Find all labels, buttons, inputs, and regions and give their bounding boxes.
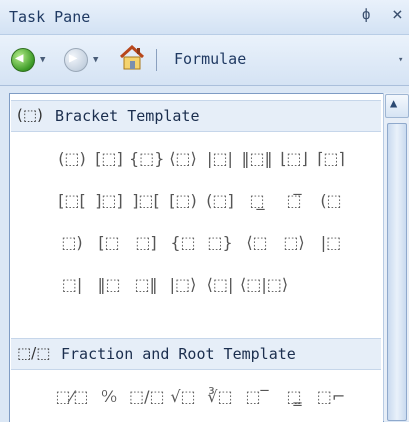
- task-pane-title-bar: Task Pane ф ×: [0, 0, 409, 35]
- template-button[interactable]: ‖⬚‖: [240, 144, 274, 174]
- template-button[interactable]: ⬚|: [55, 270, 89, 300]
- template-button[interactable]: ⬚/⬚: [129, 382, 165, 412]
- template-button[interactable]: [⬚: [92, 228, 126, 258]
- template-list: (⬚) Bracket Template (⬚) [⬚] {⬚} ⟨⬚⟩ |⬚|…: [9, 93, 384, 422]
- template-button[interactable]: ⌈⬚⌉: [314, 144, 348, 174]
- scroll-thumb[interactable]: [387, 123, 407, 421]
- pane-selector-dropdown[interactable]: ▾: [398, 55, 403, 65]
- template-button[interactable]: ⬚̅: [277, 186, 311, 216]
- close-icon[interactable]: ×: [392, 4, 403, 25]
- fraction-template-icon: ⬚/⬚: [17, 344, 51, 362]
- scroll-up-button[interactable]: ▲: [385, 94, 409, 118]
- task-pane-toolbar: ◀ ▼ ▶ ▼ Formulae ▾: [0, 35, 409, 86]
- back-history-dropdown[interactable]: ▼: [40, 55, 45, 65]
- template-button[interactable]: ]⬚]: [92, 186, 126, 216]
- toolbar-separator: [156, 49, 157, 71]
- task-pane-title: Task Pane: [9, 8, 91, 26]
- template-button[interactable]: ⟨⬚|: [203, 270, 237, 300]
- template-button[interactable]: (⬚]: [203, 186, 237, 216]
- template-button[interactable]: ⬚}: [203, 228, 237, 258]
- template-button[interactable]: ⟨⬚⟩: [166, 144, 200, 174]
- template-button[interactable]: {⬚: [166, 228, 200, 258]
- template-button[interactable]: |⬚⟩: [166, 270, 200, 300]
- template-button[interactable]: ⬚‾: [240, 382, 274, 412]
- back-arrow-icon[interactable]: ◀: [11, 48, 35, 72]
- section-fraction-root-template[interactable]: ⬚/⬚ Fraction and Root Template: [11, 338, 381, 370]
- template-button[interactable]: ]⬚[: [129, 186, 163, 216]
- template-button[interactable]: √⬚: [166, 382, 200, 412]
- template-button[interactable]: ⬚⁄⬚: [55, 382, 89, 412]
- template-button[interactable]: ⬚⌐: [314, 382, 348, 412]
- template-button[interactable]: {⬚}: [129, 144, 164, 174]
- template-button[interactable]: ⬚]: [129, 228, 163, 258]
- home-icon[interactable]: [118, 44, 146, 71]
- forward-arrow-icon[interactable]: ▶: [64, 48, 88, 72]
- template-button[interactable]: ⟨⬚: [240, 228, 274, 258]
- bracket-template-icon: (⬚): [17, 106, 43, 124]
- forward-history-dropdown[interactable]: ▼: [93, 55, 98, 65]
- template-button[interactable]: [⬚]: [92, 144, 126, 174]
- template-button[interactable]: ∛⬚: [203, 382, 237, 412]
- template-button[interactable]: ⬚̲: [240, 186, 274, 216]
- section-title: Fraction and Root Template: [61, 345, 296, 363]
- template-button[interactable]: ⬚‖: [129, 270, 163, 300]
- template-button[interactable]: ⁰⁄₀: [92, 382, 126, 412]
- template-button[interactable]: (⬚: [314, 186, 348, 216]
- pane-selector-label[interactable]: Formulae: [174, 50, 246, 68]
- template-button[interactable]: |⬚|: [203, 144, 237, 174]
- pin-icon[interactable]: ф: [362, 7, 370, 23]
- template-button[interactable]: ⬚⟩: [277, 228, 311, 258]
- section-bracket-template[interactable]: (⬚) Bracket Template: [11, 100, 381, 132]
- template-button[interactable]: ⬚): [55, 228, 89, 258]
- template-button[interactable]: [⬚): [166, 186, 200, 216]
- template-button[interactable]: ⌊⬚⌋: [277, 144, 311, 174]
- template-button[interactable]: ⟨⬚|⬚⟩: [240, 270, 288, 300]
- chevron-up-icon: ▲: [390, 96, 398, 110]
- section-title: Bracket Template: [55, 107, 200, 125]
- template-button[interactable]: [⬚[: [55, 186, 89, 216]
- vertical-scrollbar[interactable]: ▲: [383, 93, 409, 421]
- template-button[interactable]: |⬚: [314, 228, 348, 258]
- template-button[interactable]: ⬚̳: [277, 382, 311, 412]
- template-button[interactable]: ‖⬚: [92, 270, 126, 300]
- template-button[interactable]: (⬚): [55, 144, 89, 174]
